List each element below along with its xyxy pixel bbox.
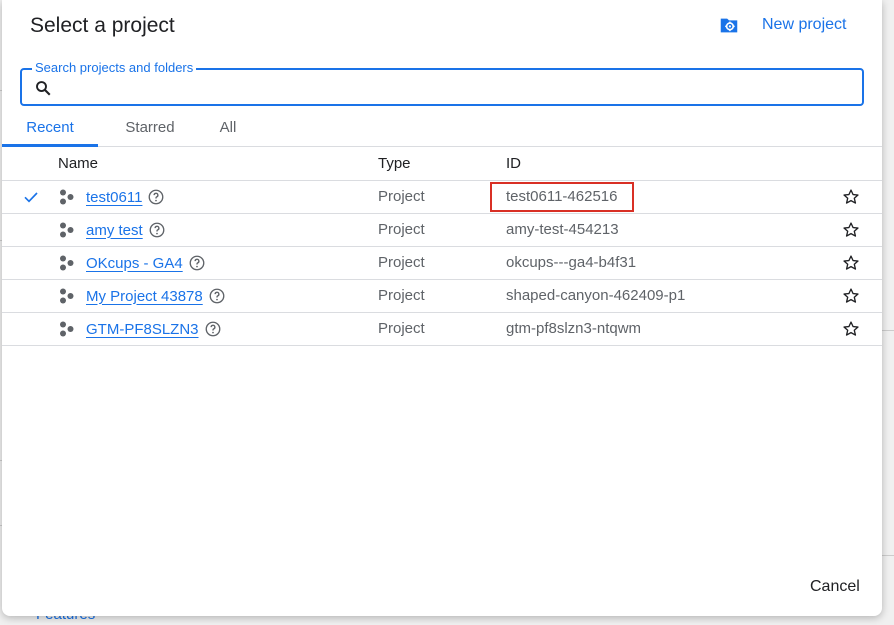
project-type: Project — [378, 287, 425, 304]
project-name-cell: test0611 — [86, 181, 165, 213]
active-tab-indicator — [2, 144, 98, 147]
search-field[interactable]: Search projects and folders — [20, 60, 864, 106]
new-project-button[interactable]: New project — [718, 14, 846, 36]
project-name-cell: OKcups - GA4 — [86, 247, 206, 279]
star-outline-icon[interactable] — [842, 320, 860, 338]
help-circle-icon[interactable] — [147, 188, 165, 206]
new-project-label: New project — [762, 16, 847, 33]
tab-all-label: All — [219, 119, 237, 136]
project-id: okcups---ga4-b4f31 — [506, 254, 637, 271]
project-name-link[interactable]: OKcups - GA4 — [86, 255, 183, 272]
project-hexagon-icon — [60, 288, 74, 304]
table-row[interactable]: amy test Project amy-test-454213 — [2, 214, 882, 247]
help-circle-icon[interactable] — [188, 254, 206, 272]
star-outline-icon[interactable] — [842, 287, 860, 305]
project-name-cell: My Project 43878 — [86, 280, 226, 312]
help-circle-icon[interactable] — [208, 287, 226, 305]
column-header-id: ID — [506, 155, 521, 172]
project-type: Project — [378, 320, 425, 337]
search-label: Search projects and folders — [32, 60, 197, 75]
help-circle-icon[interactable] — [204, 320, 222, 338]
tab-all[interactable]: All — [208, 114, 248, 146]
projects-table: Name Type ID test0611 Project test0611-4… — [2, 148, 882, 346]
dialog-title: Select a project — [30, 14, 175, 37]
project-hexagon-icon — [60, 189, 74, 205]
search-icon — [36, 81, 51, 96]
tab-recent-label: Recent — [26, 119, 74, 136]
project-hexagon-icon — [60, 255, 74, 271]
project-id: amy-test-454213 — [506, 221, 619, 238]
project-type: Project — [378, 221, 425, 238]
table-row[interactable]: My Project 43878 Project shaped-canyon-4… — [2, 280, 882, 313]
tab-bar: Recent Starred All — [2, 114, 882, 147]
project-id: shaped-canyon-462409-p1 — [506, 287, 686, 304]
project-hexagon-icon — [60, 321, 74, 337]
project-id: gtm-pf8slzn3-ntqwm — [506, 320, 642, 337]
search-input[interactable] — [62, 74, 856, 102]
project-name-cell: amy test — [86, 214, 166, 246]
help-circle-icon[interactable] — [148, 221, 166, 239]
highlight-box — [490, 182, 634, 212]
background-divider — [880, 330, 894, 331]
project-hexagon-icon — [60, 222, 74, 238]
check-icon — [24, 192, 38, 203]
tab-recent[interactable]: Recent — [2, 114, 98, 147]
tab-starred-label: Starred — [125, 119, 175, 136]
column-header-type: Type — [378, 155, 411, 172]
project-name-link[interactable]: My Project 43878 — [86, 288, 203, 305]
background-divider — [880, 555, 894, 556]
folder-gear-icon — [720, 18, 738, 33]
project-type: Project — [378, 188, 425, 205]
project-name-link[interactable]: amy test — [86, 222, 143, 239]
star-outline-icon[interactable] — [842, 254, 860, 272]
column-header-name: Name — [58, 155, 99, 172]
table-row[interactable]: OKcups - GA4 Project okcups---ga4-b4f31 — [2, 247, 882, 280]
cancel-button[interactable]: Cancel — [810, 578, 860, 596]
project-name-link[interactable]: test0611 — [86, 189, 142, 206]
star-outline-icon[interactable] — [842, 188, 860, 206]
star-outline-icon[interactable] — [842, 221, 860, 239]
table-row[interactable]: test0611 Project test0611-462516 — [2, 181, 882, 214]
project-name-link[interactable]: GTM-PF8SLZN3 — [86, 321, 199, 338]
project-type: Project — [378, 254, 425, 271]
select-project-dialog: Select a project New project Search proj… — [2, 0, 882, 616]
project-name-cell: GTM-PF8SLZN3 — [86, 313, 222, 345]
tab-starred[interactable]: Starred — [110, 114, 190, 146]
table-header: Name Type ID — [2, 148, 882, 181]
table-row[interactable]: GTM-PF8SLZN3 Project gtm-pf8slzn3-ntqwm — [2, 313, 882, 346]
